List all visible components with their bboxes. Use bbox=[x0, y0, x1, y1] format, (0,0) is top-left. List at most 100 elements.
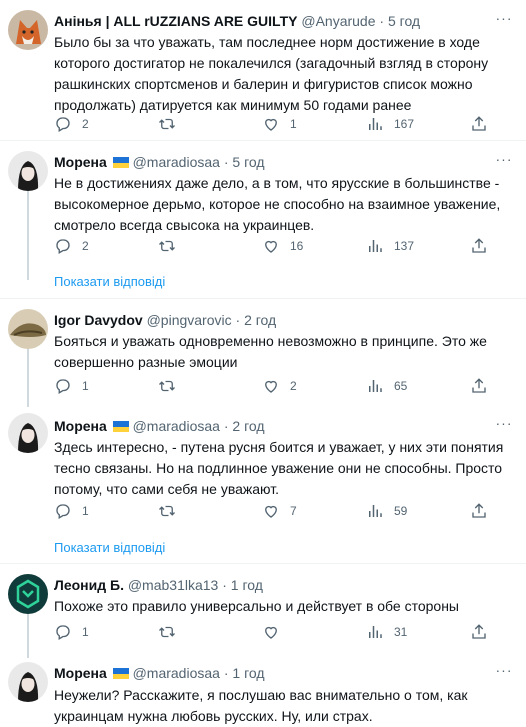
more-icon[interactable]: ··· bbox=[494, 11, 514, 30]
retweet-button[interactable] bbox=[158, 236, 186, 256]
views-button[interactable]: 137 bbox=[366, 236, 414, 256]
avatar[interactable] bbox=[8, 662, 48, 702]
tweet-text: Здесь интересно, - путена русня боится и… bbox=[54, 439, 504, 497]
timestamp[interactable]: 1 год bbox=[232, 665, 264, 681]
avatar[interactable] bbox=[8, 413, 48, 453]
tweet[interactable]: Igor Davydov @pingvarovic · 2 год Боятьс… bbox=[0, 299, 526, 400]
share-button[interactable] bbox=[470, 376, 488, 396]
reply-icon bbox=[56, 379, 70, 394]
view-count: 137 bbox=[394, 239, 415, 253]
reply-button[interactable]: 1 bbox=[54, 501, 89, 521]
avatar[interactable] bbox=[8, 10, 48, 50]
share-button[interactable] bbox=[470, 622, 488, 642]
show-replies-link[interactable]: Показати відповіді bbox=[54, 540, 165, 555]
views-button[interactable]: 167 bbox=[366, 114, 414, 134]
handle[interactable]: @maradiosaa bbox=[133, 418, 220, 434]
separator: · bbox=[223, 154, 229, 170]
reply-count: 1 bbox=[82, 504, 89, 518]
more-icon[interactable]: ··· bbox=[494, 416, 514, 435]
reply-button[interactable]: 2 bbox=[54, 114, 89, 134]
reply-button[interactable]: 1 bbox=[54, 376, 89, 396]
handle[interactable]: @maradiosaa bbox=[133, 665, 220, 681]
tweet-text: Бояться и уважать одновременно невозможн… bbox=[54, 333, 487, 370]
like-button[interactable]: 7 bbox=[262, 501, 297, 521]
handle[interactable]: @mab31lka13 bbox=[128, 577, 219, 593]
tweet-text: Не в достижениях даже дело, а в том, что… bbox=[54, 175, 501, 233]
share-icon bbox=[472, 116, 486, 131]
tweet[interactable]: Леонид Б. @mab31lka13 · 1 год Похоже это… bbox=[0, 564, 526, 652]
like-icon bbox=[265, 505, 277, 518]
separator: · bbox=[223, 418, 229, 434]
tweet[interactable]: Анінья | ALL rUZZIANS ARE GUILTY @Anyaru… bbox=[0, 0, 526, 140]
timestamp[interactable]: 2 год bbox=[244, 312, 276, 328]
share-button[interactable] bbox=[470, 114, 488, 134]
retweet-button[interactable] bbox=[158, 376, 186, 396]
timestamp[interactable]: 2 год bbox=[232, 418, 264, 434]
tweet-text: Неужели? Расскажите, я послушаю вас вним… bbox=[54, 687, 468, 724]
ukraine-flag-icon bbox=[112, 668, 129, 679]
like-count: 1 bbox=[290, 117, 297, 131]
view-count: 167 bbox=[394, 117, 415, 131]
tweet-header: Морена @maradiosaa · 1 год bbox=[54, 664, 265, 682]
share-icon bbox=[472, 378, 486, 393]
display-name[interactable]: Морена bbox=[54, 418, 107, 434]
tweet[interactable]: Морена @maradiosaa · 2 год ··· Здесь инт… bbox=[0, 407, 526, 527]
views-button[interactable]: 65 bbox=[366, 376, 407, 396]
like-icon bbox=[265, 380, 277, 393]
retweet-icon bbox=[159, 380, 175, 392]
timestamp[interactable]: 5 год bbox=[232, 154, 264, 170]
tweet-header: Анінья | ALL rUZZIANS ARE GUILTY @Anyaru… bbox=[54, 12, 420, 30]
share-button[interactable] bbox=[470, 501, 488, 521]
reply-icon bbox=[56, 239, 70, 254]
separator: · bbox=[223, 665, 229, 681]
views-button[interactable]: 59 bbox=[366, 501, 407, 521]
retweet-icon bbox=[159, 505, 175, 517]
retweet-button[interactable] bbox=[158, 622, 186, 642]
display-name[interactable]: Анінья | ALL rUZZIANS ARE GUILTY bbox=[54, 13, 297, 29]
like-icon bbox=[265, 240, 277, 253]
action-bar: 1 2 65 bbox=[54, 376, 504, 396]
handle[interactable]: @Anyarude bbox=[301, 13, 375, 29]
avatar[interactable] bbox=[8, 151, 48, 191]
avatar[interactable] bbox=[8, 574, 48, 614]
retweet-button[interactable] bbox=[158, 501, 186, 521]
view-count: 65 bbox=[394, 379, 408, 393]
retweet-icon bbox=[159, 626, 175, 638]
display-name[interactable]: Igor Davydov bbox=[54, 312, 143, 328]
reply-button[interactable]: 2 bbox=[54, 236, 89, 256]
ukraine-flag-icon bbox=[112, 157, 129, 168]
more-icon[interactable]: ··· bbox=[494, 152, 514, 171]
like-button[interactable]: 16 bbox=[262, 236, 303, 256]
like-button[interactable]: 2 bbox=[262, 376, 297, 396]
display-name[interactable]: Морена bbox=[54, 154, 107, 170]
show-replies-link[interactable]: Показати відповіді bbox=[54, 274, 165, 289]
like-button[interactable] bbox=[262, 622, 290, 642]
avatar[interactable] bbox=[8, 309, 48, 349]
retweet-icon bbox=[159, 240, 175, 252]
display-name[interactable]: Морена bbox=[54, 665, 107, 681]
view-count: 31 bbox=[394, 625, 408, 639]
action-bar: 2 1 167 bbox=[54, 114, 504, 134]
action-bar: 2 16 137 bbox=[54, 236, 504, 256]
more-icon[interactable]: ··· bbox=[494, 663, 514, 682]
like-count: 16 bbox=[290, 239, 304, 253]
retweet-button[interactable] bbox=[158, 114, 186, 134]
reply-icon bbox=[56, 625, 70, 640]
timestamp[interactable]: 1 год bbox=[231, 577, 263, 593]
views-button[interactable]: 31 bbox=[366, 622, 407, 642]
like-button[interactable]: 1 bbox=[262, 114, 297, 134]
tweet-text: Похоже это правило универсально и действ… bbox=[54, 598, 459, 614]
like-icon bbox=[265, 118, 277, 131]
tweet[interactable]: Морена @maradiosaa · 5 год ··· Не в дост… bbox=[0, 141, 526, 261]
share-icon bbox=[472, 624, 486, 639]
retweet-icon bbox=[159, 118, 175, 130]
display-name[interactable]: Леонид Б. bbox=[54, 577, 124, 593]
timestamp[interactable]: 5 год bbox=[388, 13, 420, 29]
reply-count: 2 bbox=[82, 117, 89, 131]
handle[interactable]: @pingvarovic bbox=[147, 312, 232, 328]
handle[interactable]: @maradiosaa bbox=[133, 154, 220, 170]
share-button[interactable] bbox=[470, 236, 488, 256]
reply-button[interactable]: 1 bbox=[54, 622, 89, 642]
views-icon bbox=[369, 505, 382, 517]
tweet[interactable]: Морена @maradiosaa · 1 год ··· Неужели? … bbox=[0, 658, 526, 725]
